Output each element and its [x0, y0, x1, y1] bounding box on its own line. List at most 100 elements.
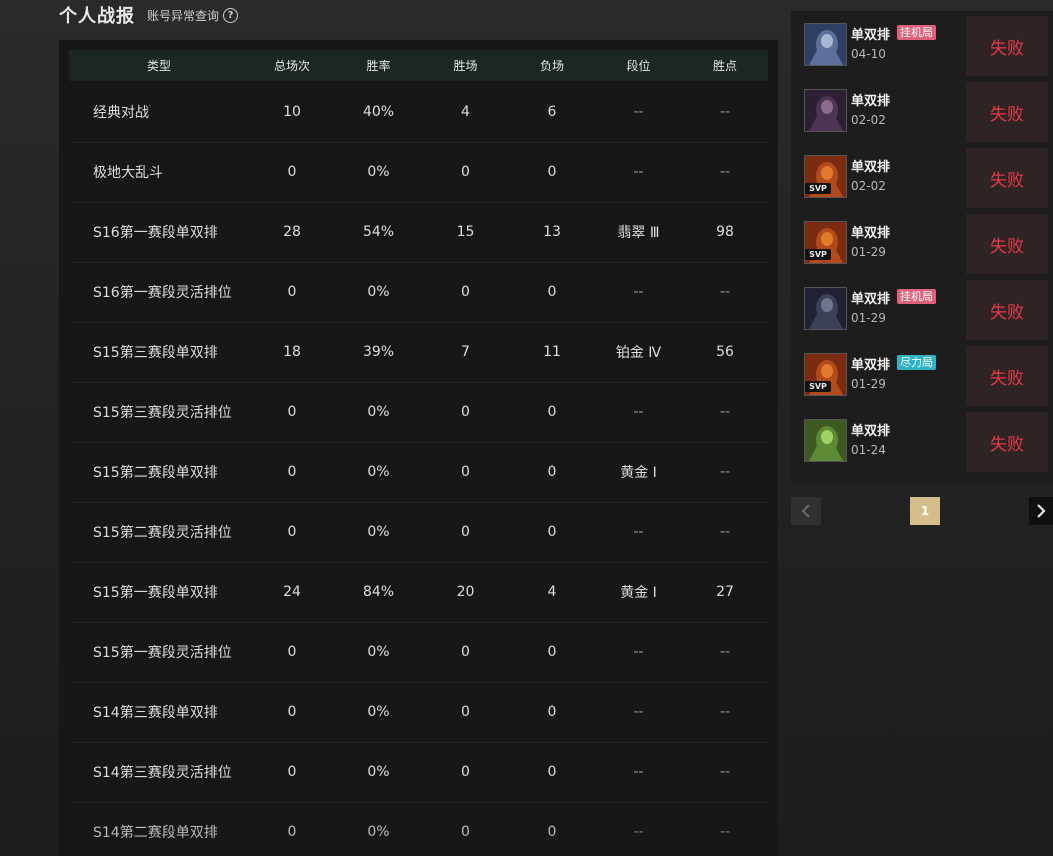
match-tag-badge: 挂机局 — [897, 289, 936, 304]
match-item[interactable]: 单双排 01-24 失败 — [791, 412, 1053, 478]
cell-rank: -- — [633, 104, 644, 120]
champion-avatar — [804, 287, 847, 330]
cell-wins: 0 — [461, 164, 470, 180]
svp-badge: SVP — [805, 381, 831, 392]
svp-badge: SVP — [805, 183, 831, 194]
column-header-rank: 段位 — [626, 59, 651, 73]
cell-losses: 0 — [547, 284, 557, 300]
match-mode: 单双排 — [851, 94, 891, 109]
pager-next-button[interactable] — [1029, 497, 1053, 525]
match-mode: 单双排 — [851, 226, 891, 241]
cell-rank: 铂金 Ⅳ — [615, 345, 662, 361]
match-result-button[interactable]: 失败 — [966, 412, 1048, 472]
cell-lp: -- — [719, 704, 731, 720]
match-item[interactable]: SVP 单双排 02-02 失败 — [791, 148, 1053, 214]
help-icon[interactable]: ? — [223, 7, 239, 23]
match-date: 04-10 — [851, 47, 886, 61]
cell-wins: 20 — [456, 584, 475, 600]
table-row: S14第三赛段灵活排位 0 0% 0 0 -- -- — [69, 742, 768, 803]
stats-table-panel: 类型 总场次 胜率 胜场 负场 段位 胜点 经典对战 10 40% 4 6 -- -- 极地大… — [59, 40, 778, 856]
cell-total: 0 — [287, 464, 297, 480]
cell-winrate: 39% — [362, 344, 395, 360]
match-result-button[interactable]: 失败 — [966, 346, 1048, 406]
cell-losses: 0 — [547, 644, 557, 660]
match-item[interactable]: 单双排 02-02 失败 — [791, 82, 1053, 148]
cell-winrate: 0% — [367, 704, 390, 720]
cell-lp: -- — [719, 164, 731, 180]
cell-rank: -- — [633, 404, 644, 420]
match-tag-badge: 尽力局 — [897, 355, 936, 370]
cell-winrate: 0% — [367, 644, 390, 660]
cell-winrate: 0% — [367, 824, 390, 840]
cell-total: 18 — [283, 344, 301, 360]
column-header-total: 总场次 — [273, 59, 310, 73]
match-item[interactable]: 单双排 挂机局 04-10 失败 — [791, 16, 1053, 82]
match-tag-badge: 挂机局 — [897, 25, 936, 40]
cell-rank: -- — [633, 704, 644, 720]
cell-wins: 7 — [461, 344, 470, 360]
match-result-button[interactable]: 失败 — [966, 82, 1048, 142]
chevron-right-icon — [1037, 504, 1046, 518]
pager-prev-button[interactable] — [791, 497, 821, 525]
cell-rank: 黄金 Ⅰ — [620, 585, 657, 601]
match-item[interactable]: SVP 单双排 01-29 失败 — [791, 214, 1053, 280]
match-item[interactable]: 单双排 挂机局 01-29 失败 — [791, 280, 1053, 346]
cell-wins: 0 — [461, 644, 470, 660]
cell-total: 0 — [287, 704, 297, 720]
cell-winrate: 0% — [367, 764, 390, 780]
cell-lp: -- — [719, 104, 731, 120]
cell-winrate: 84% — [362, 584, 395, 600]
cell-type: S15第二赛段灵活排位 — [93, 525, 232, 541]
table-row: S16第一赛段灵活排位 0 0% 0 0 -- -- — [69, 262, 768, 323]
cell-wins: 15 — [456, 224, 475, 240]
cell-losses: 0 — [547, 824, 557, 840]
match-date: 01-29 — [851, 311, 886, 325]
match-mode: 单双排 — [851, 28, 891, 43]
match-date: 02-02 — [851, 113, 886, 127]
match-result-button[interactable]: 失败 — [966, 148, 1048, 208]
table-row: S15第一赛段灵活排位 0 0% 0 0 -- -- — [69, 622, 768, 683]
page-title: 个人战报 — [59, 6, 135, 27]
account-abnormal-query-link[interactable]: 账号异常查询 ? — [147, 7, 239, 24]
cell-wins: 0 — [461, 524, 470, 540]
cell-losses: 0 — [547, 404, 557, 420]
match-result-button[interactable]: 失败 — [966, 16, 1048, 76]
table-row: 经典对战 10 40% 4 6 -- -- — [69, 82, 768, 143]
cell-lp: 56 — [716, 344, 734, 360]
cell-winrate: 0% — [367, 284, 390, 300]
cell-rank: -- — [633, 284, 644, 300]
cell-type: S15第三赛段单双排 — [93, 345, 218, 361]
cell-wins: 0 — [461, 464, 470, 480]
champion-avatar — [804, 89, 847, 132]
cell-lp: -- — [719, 524, 731, 540]
pager-page-1[interactable]: 1 — [910, 497, 940, 525]
cell-wins: 0 — [461, 764, 470, 780]
cell-losses: 0 — [547, 464, 557, 480]
match-result-button[interactable]: 失败 — [966, 280, 1048, 340]
cell-type: S14第三赛段灵活排位 — [93, 765, 232, 781]
cell-rank: 黄金 Ⅰ — [620, 465, 657, 481]
column-header-lp: 胜点 — [712, 59, 737, 73]
cell-winrate: 40% — [362, 104, 395, 120]
cell-lp: -- — [719, 764, 731, 780]
cell-wins: 4 — [461, 104, 470, 120]
cell-total: 10 — [283, 104, 301, 120]
match-mode: 单双排 — [851, 160, 891, 175]
match-item[interactable]: SVP 单双排 尽力局 01-29 失败 — [791, 346, 1053, 412]
cell-winrate: 0% — [367, 164, 390, 180]
match-date: 01-24 — [851, 443, 886, 457]
cell-winrate: 0% — [367, 404, 390, 420]
column-header-winrate: 胜率 — [366, 59, 391, 73]
table-row: S15第三赛段灵活排位 0 0% 0 0 -- -- — [69, 382, 768, 443]
cell-winrate: 54% — [362, 224, 395, 240]
cell-lp: -- — [719, 404, 731, 420]
match-date: 02-02 — [851, 179, 886, 193]
cell-rank: 翡翠 Ⅲ — [617, 225, 660, 241]
cell-total: 0 — [287, 404, 297, 420]
match-result-button[interactable]: 失败 — [966, 214, 1048, 274]
cell-losses: 4 — [547, 584, 557, 600]
cell-type: S15第一赛段灵活排位 — [93, 645, 232, 661]
table-row: S16第一赛段单双排 28 54% 15 13 翡翠 Ⅲ 98 — [69, 202, 768, 263]
cell-losses: 0 — [547, 704, 557, 720]
cell-total: 0 — [287, 524, 297, 540]
